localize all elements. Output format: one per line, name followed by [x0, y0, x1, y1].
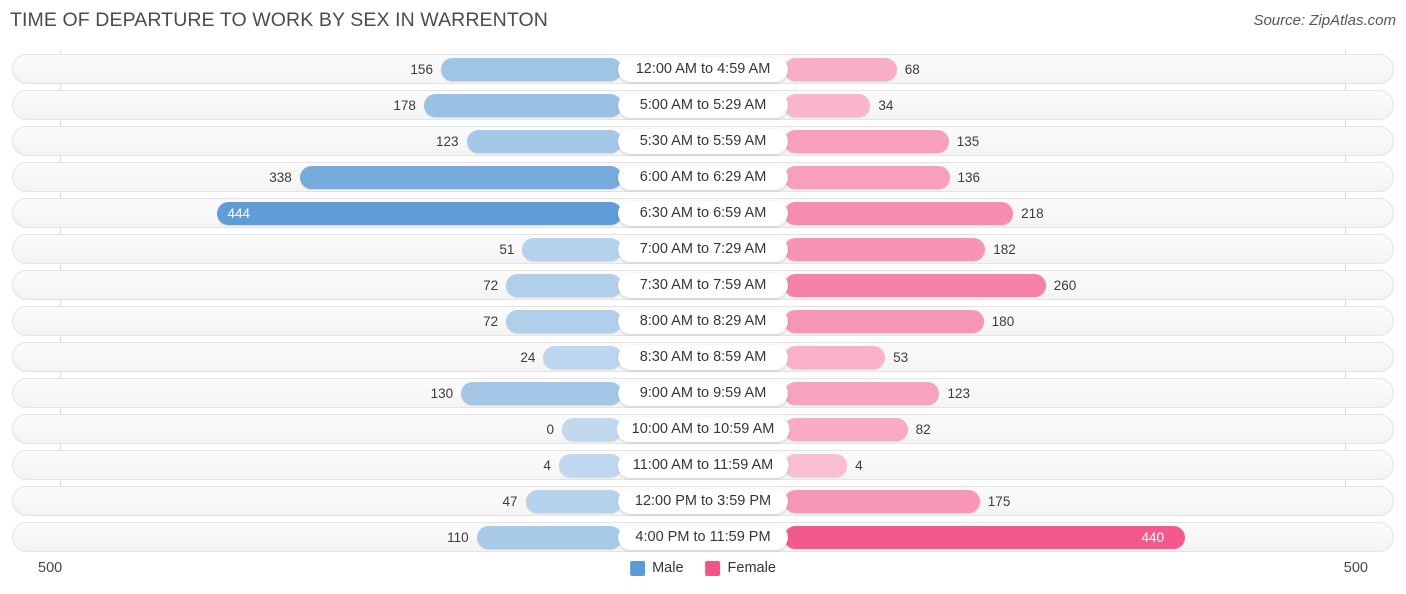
bar-value-male: 51 [499, 242, 515, 257]
bar-female [784, 382, 940, 405]
bar-female [784, 94, 871, 117]
bar-value-female: 53 [893, 350, 909, 365]
bar-male [476, 526, 622, 549]
bar-female [784, 526, 1186, 549]
bar-value-male: 72 [483, 278, 499, 293]
bar-value-male: 110 [447, 530, 469, 545]
bar-value-female: 260 [1053, 278, 1077, 293]
bar-female [784, 490, 980, 513]
bar-male [543, 346, 622, 369]
category-label: 12:00 PM to 3:59 PM [618, 489, 788, 514]
table-row: 72 260 7:30 AM to 7:59 AM [12, 270, 1394, 300]
category-label: 8:00 AM to 8:29 AM [618, 309, 788, 334]
chart-footer: 500 Male Female 500 [0, 552, 1406, 594]
bar-female [784, 238, 986, 261]
bar-value-male: 156 [410, 62, 433, 77]
table-row: 4 4 11:00 AM to 11:59 AM [12, 450, 1394, 480]
source-attribution: Source: ZipAtlas.com [1253, 12, 1396, 29]
bar-value-male: 444 [227, 206, 250, 221]
bar-male [562, 418, 622, 441]
bar-value-male: 72 [483, 314, 499, 329]
category-label: 12:00 AM to 4:59 AM [618, 57, 788, 82]
category-label: 8:30 AM to 8:59 AM [618, 345, 788, 370]
table-row: 0 82 10:00 AM to 10:59 AM [12, 414, 1394, 444]
bar-value-female: 136 [957, 170, 981, 185]
bar-value-female: 182 [993, 242, 1016, 257]
legend-label: Male [652, 560, 684, 576]
bar-male [217, 202, 622, 225]
bar-male [506, 274, 622, 297]
bar-male [299, 166, 622, 189]
bar-value-female: 180 [991, 314, 1015, 329]
axis-tick-left: 500 [38, 560, 63, 576]
category-label: 7:00 AM to 7:29 AM [618, 237, 788, 262]
legend-swatch-icon [705, 560, 721, 576]
table-row: 444 218 6:30 AM to 6:59 AM [12, 198, 1394, 228]
category-label: 5:30 AM to 5:59 AM [618, 129, 788, 154]
table-row: 178 34 5:00 AM to 5:29 AM [12, 90, 1394, 120]
bar-value-female: 34 [878, 98, 894, 113]
table-row: 130 123 9:00 AM to 9:59 AM [12, 378, 1394, 408]
table-row: 24 53 8:30 AM to 8:59 AM [12, 342, 1394, 372]
category-label: 5:00 AM to 5:29 AM [618, 93, 788, 118]
category-label: 9:00 AM to 9:59 AM [618, 381, 788, 406]
bar-value-male: 338 [269, 170, 292, 185]
table-row: 47 175 12:00 PM to 3:59 PM [12, 486, 1394, 516]
legend-swatch-icon [630, 560, 646, 576]
legend-item-male[interactable]: Male [630, 560, 684, 576]
axis-tick-right: 500 [1343, 560, 1368, 576]
bar-male [522, 238, 622, 261]
diverging-bar-chart: 156 68 12:00 AM to 4:59 AM 178 34 5:00 AM to … [0, 50, 1406, 552]
bar-female [784, 274, 1046, 297]
bar-female [784, 346, 886, 369]
legend-item-female[interactable]: Female [705, 560, 776, 576]
category-label: 7:30 AM to 7:59 AM [618, 273, 788, 298]
bar-value-female: 218 [1021, 206, 1044, 221]
category-label: 4:00 PM to 11:59 PM [618, 525, 788, 550]
chart-header: TIME OF DEPARTURE TO WORK BY SEX IN WARR… [0, 0, 1406, 42]
bar-female [784, 58, 897, 81]
bar-male [423, 94, 622, 117]
table-row: 110 440 4:00 PM to 11:59 PM [12, 522, 1394, 552]
table-row: 338 136 6:00 AM to 6:29 AM [12, 162, 1394, 192]
category-label: 6:00 AM to 6:29 AM [618, 165, 788, 190]
bar-male [506, 310, 622, 333]
table-row: 72 180 8:00 AM to 8:29 AM [12, 306, 1394, 336]
category-label: 6:30 AM to 6:59 AM [618, 201, 788, 226]
page-title: TIME OF DEPARTURE TO WORK BY SEX IN WARR… [10, 9, 548, 31]
bar-value-male: 0 [546, 422, 554, 437]
bar-value-female: 175 [987, 494, 1011, 509]
bar-value-male: 4 [543, 458, 551, 473]
bar-value-male: 47 [502, 494, 518, 509]
bar-value-female: 123 [947, 386, 970, 401]
bar-value-female: 68 [904, 62, 920, 77]
bar-value-female: 4 [855, 458, 863, 473]
chart-legend: Male Female [630, 560, 776, 576]
bar-value-male: 24 [520, 350, 536, 365]
bar-male [466, 130, 622, 153]
bar-female [784, 454, 848, 477]
bar-female [784, 418, 908, 441]
bar-value-male: 130 [430, 386, 454, 401]
bar-value-male: 123 [436, 134, 459, 149]
bar-male [558, 454, 622, 477]
category-label: 10:00 AM to 10:59 AM [616, 417, 790, 442]
bar-female [784, 130, 949, 153]
bar-male [461, 382, 622, 405]
bar-value-female: 440 [1141, 530, 1164, 545]
bar-value-female: 135 [956, 134, 980, 149]
bar-female [784, 202, 1014, 225]
legend-label: Female [727, 560, 776, 576]
table-row: 51 182 7:00 AM to 7:29 AM [12, 234, 1394, 264]
table-row: 156 68 12:00 AM to 4:59 AM [12, 54, 1394, 84]
bar-male [525, 490, 622, 513]
bar-female [784, 166, 950, 189]
bar-value-male: 178 [393, 98, 416, 113]
bar-male [440, 58, 622, 81]
bar-value-female: 82 [915, 422, 931, 437]
category-label: 11:00 AM to 11:59 AM [617, 453, 789, 478]
table-row: 123 135 5:30 AM to 5:59 AM [12, 126, 1394, 156]
bar-female [784, 310, 984, 333]
